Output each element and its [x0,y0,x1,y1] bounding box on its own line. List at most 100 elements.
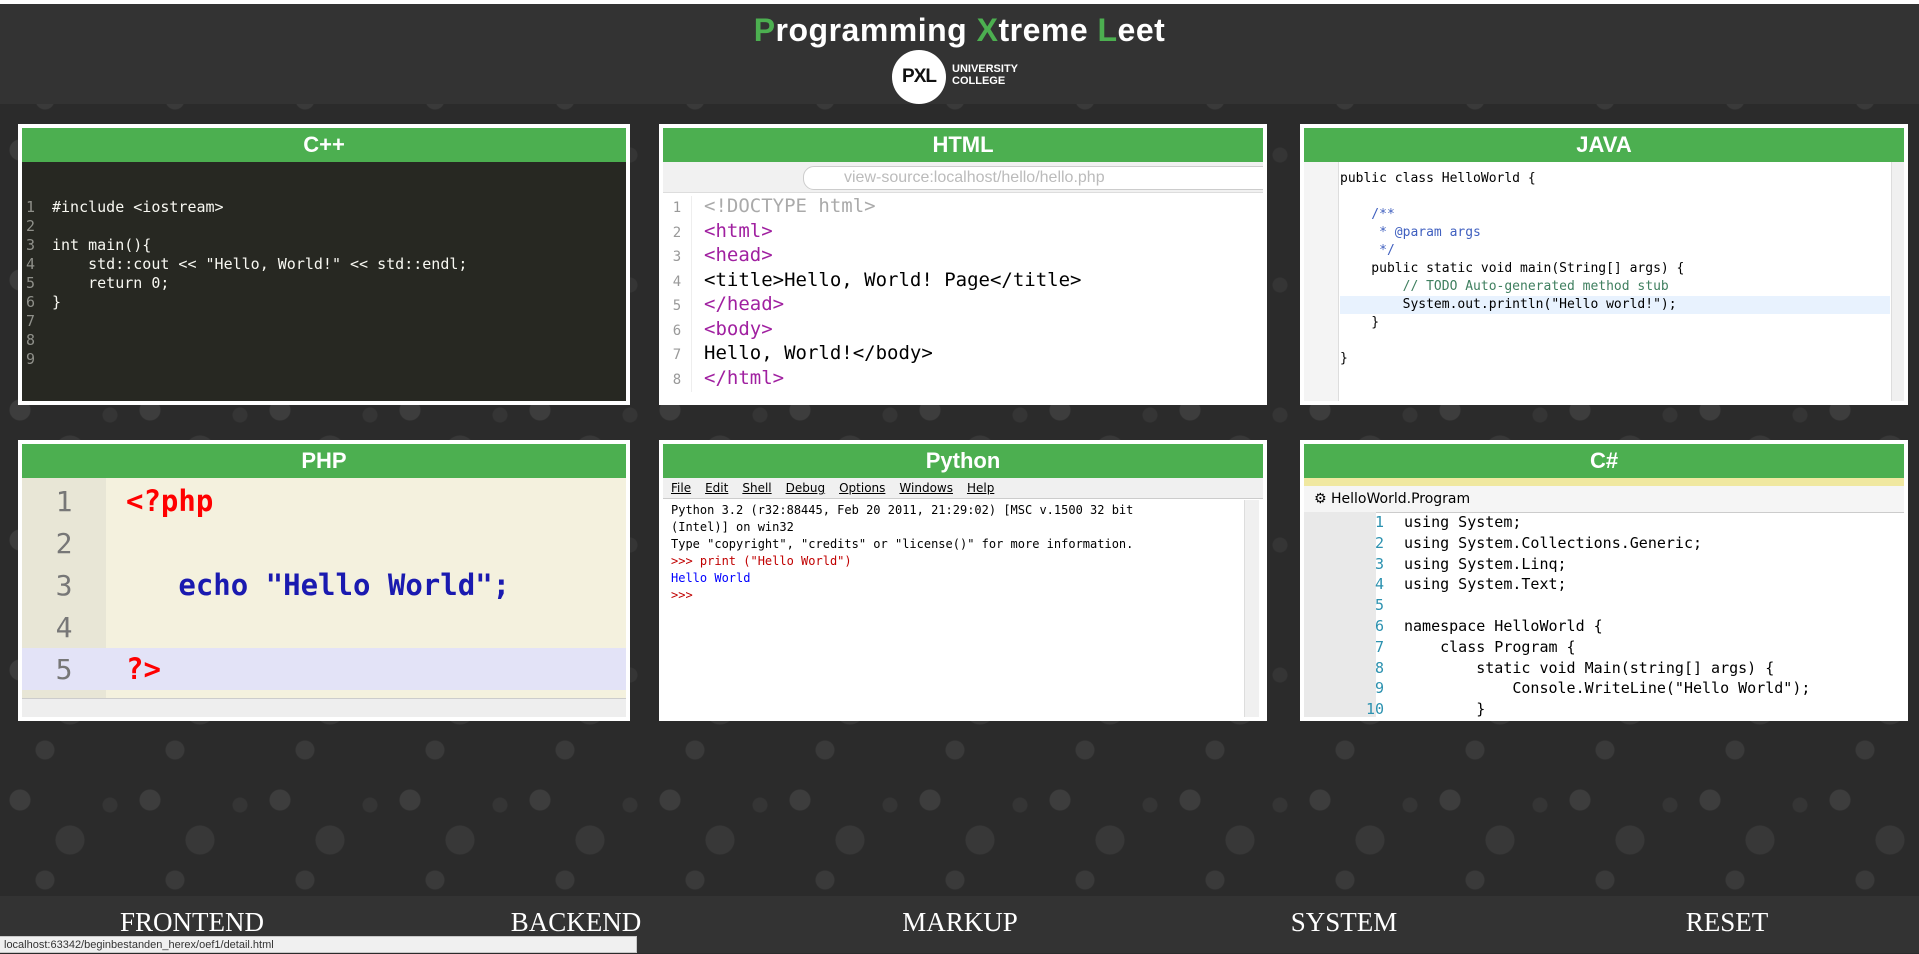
title-letter: X [976,12,999,48]
menu-item: File [671,481,692,495]
line-number: 7 [26,312,36,330]
code-line: 9 Console.WriteLine("Hello World"); [1304,678,1904,699]
code-lines: 1 <?php 2 3 echo "Hello World"; 4 5 ?> [22,480,626,690]
code-text: (Intel)] on win32 [671,520,794,534]
code-text: Type "copyright", "credits" or "license(… [671,537,1134,551]
line-number: 5 [55,653,73,686]
card-php[interactable]: PHP 1 <?php 2 3 echo "Hello World"; 4 5 ?> [18,440,630,721]
editor-footer [22,698,626,717]
code-line: 1 <?php [22,480,626,522]
line-number: 7 [663,343,692,368]
code-text: #include <iostream> [52,198,224,216]
nav-markup[interactable]: MARKUP [768,904,1152,940]
code-text: class Program { [1404,637,1576,656]
site-title: Programming Xtreme Leet [0,12,1919,49]
nav-backend[interactable]: BACKEND [384,904,768,940]
code-line: 4 <title>Hello, World! Page</title> [663,268,1263,294]
shell-scrollbar [1244,500,1259,717]
code-line: 8 static void Main(string[] args) { [1304,658,1904,679]
code-line: * @param args [1340,224,1890,242]
title-letter: P [753,12,776,48]
line-number: 4 [26,255,36,273]
code-text: <body> [704,317,773,340]
card-java[interactable]: JAVA public class HelloWorld { /** * @pa… [1300,124,1908,405]
code-text: Hello, World!</body> [704,342,933,364]
code-lines: 1 #include <iostream>2 3 int main(){4 std::… [22,198,626,369]
code-line: 4 using System.Text; [1304,574,1904,595]
line-number: 1 [26,198,36,216]
code-text: </head> [704,293,785,315]
code-text: // TODO Auto-generated method stub [1340,279,1669,294]
code-text: public static void main(String[] args) { [1340,261,1685,276]
code-line: 5 ?> [22,648,626,690]
code-text: static void Main(string[] args) { [1404,658,1775,677]
line-number: 2 [26,217,36,235]
code-line: (Intel)] on win32 [671,519,1239,536]
card-cpp[interactable]: C++ 1 #include <iostream> 2 3 int main(){4 s… [18,124,630,405]
card-title: C++ [22,128,626,162]
code-line: 5 [1304,595,1904,616]
menu-item: Windows [899,481,953,495]
line-number: 3 [663,245,692,270]
line-number: 5 [26,274,36,292]
menu-item: Help [966,481,995,495]
code-text: <!DOCTYPE html> [704,195,876,217]
editor-tabs [1304,478,1904,486]
pxl-logo: PXL UNIVERSITY COLLEGE [892,50,1032,104]
code-line: 3 <head> [663,243,1263,270]
logo-line1: UNIVERSITY [952,63,1019,75]
cpp-code-screenshot: 1 #include <iostream>2 3 int main(){4 std::… [22,162,626,401]
code-text: echo "Hello World"; [126,568,511,602]
line-number: 8 [26,331,36,349]
code-line: public static void main(String[] args) { [1340,260,1890,278]
line-number: 9 [1374,679,1384,698]
html-code-screenshot: view-source:localhost/hello/hello.php 1 <… [663,162,1263,401]
line-number: 3 [55,569,73,602]
code-text: } [1404,700,1486,717]
code-text: >>> [671,588,700,602]
code-line: Type "copyright", "credits" or "license(… [671,536,1239,553]
code-line: Hello World [671,570,1239,587]
code-text: using System.Linq; [1404,554,1567,573]
code-lines: public class HelloWorld { /** * @param a… [1340,170,1890,368]
line-number: 6 [26,293,36,311]
code-line: 3 using System.Linq; [1304,554,1904,575]
card-python[interactable]: Python File Edit Shell Debug Options Windows H… [659,440,1267,721]
code-text: </html> [704,366,785,389]
code-text: } [1340,351,1348,366]
line-number: 5 [1374,596,1384,615]
code-text: using System.Collections.Generic; [1404,533,1703,552]
code-text: <html> [704,219,773,242]
nav-reset[interactable]: RESET [1535,904,1919,940]
nav-frontend[interactable]: FRONTEND [0,904,384,940]
line-number: 10 [1365,700,1384,717]
line-number: 5 [663,294,692,319]
line-number: 7 [1374,637,1384,656]
card-csharp[interactable]: C# ⚙ HelloWorld.Program 1 using System; 2 u… [1300,440,1908,721]
code-line: 10 } [1304,699,1904,717]
code-line: 4 [22,606,626,648]
line-number: 3 [1374,554,1384,573]
card-html[interactable]: HTML view-source:localhost/hello/hello.p… [659,124,1267,405]
code-text: /** [1340,207,1395,222]
idle-menu-bar: File Edit Shell Debug Options Windows Help [663,478,1263,499]
card-title: Python [663,444,1263,478]
code-line: 4 std::cout << "Hello, World!" << std::e… [22,255,626,274]
code-text: return 0; [52,274,170,292]
code-text: Hello World [671,571,751,585]
code-line: 8 </html> [663,366,1263,392]
code-line: 2 [22,217,626,236]
csharp-code-screenshot: ⚙ HelloWorld.Program 1 using System; 2 usin… [1304,478,1904,717]
nav-system[interactable]: SYSTEM [1152,904,1536,940]
code-line: 3 int main(){ [22,236,626,255]
code-line: 3 echo "Hello World"; [22,564,626,606]
line-number: 9 [26,350,36,368]
code-line: } [1340,314,1890,332]
logo-line2: COLLEGE [952,75,1006,87]
line-number: 1 [663,196,692,221]
editor-scrollbar [1891,162,1904,401]
card-title: HTML [663,128,1263,162]
address-bar: view-source:localhost/hello/hello.php [803,166,1263,190]
